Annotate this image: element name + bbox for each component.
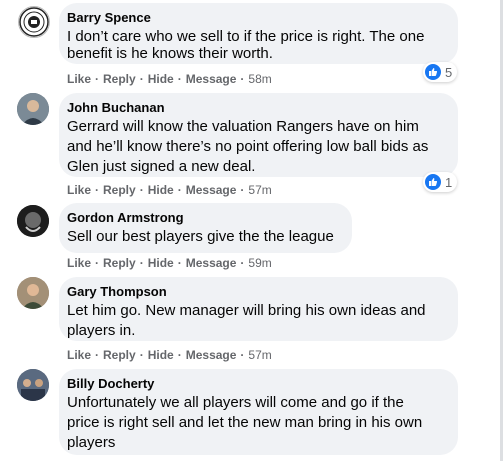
timestamp[interactable]: 57m [248, 183, 271, 197]
comment-bubble: John Buchanan Gerrard will know the valu… [59, 93, 458, 177]
comment-text: Let him go. New manager will bring his o… [67, 301, 446, 341]
separator: · [95, 72, 100, 86]
hide-link[interactable]: Hide [148, 348, 174, 362]
comment-actions: Like · Reply · Hide · Message · 58m [67, 71, 272, 87]
comment-author[interactable]: John Buchanan [67, 100, 446, 116]
reply-link[interactable]: Reply [103, 348, 136, 362]
comment-bubble: Barry Spence I don’t care who we sell to… [59, 3, 458, 64]
reaction-number: 5 [445, 64, 453, 80]
avatar[interactable] [17, 205, 49, 237]
reply-link[interactable]: Reply [103, 256, 136, 270]
separator: · [240, 183, 245, 197]
separator: · [177, 183, 182, 197]
like-link[interactable]: Like [67, 256, 91, 270]
separator: · [139, 256, 144, 270]
hide-link[interactable]: Hide [148, 72, 174, 86]
separator: · [95, 183, 100, 197]
like-link[interactable]: Like [67, 72, 91, 86]
comment-author[interactable]: Gary Thompson [67, 284, 446, 300]
like-link[interactable]: Like [67, 183, 91, 197]
comment-line: players [67, 434, 116, 451]
timestamp[interactable]: 59m [248, 256, 271, 270]
hide-link[interactable]: Hide [148, 256, 174, 270]
comment-actions: Like · Reply · Hide · Message · 59m [67, 255, 272, 271]
timestamp[interactable]: 58m [248, 72, 271, 86]
profile-photo-icon [17, 93, 49, 125]
comment-line: Unfortunately we all players will come a… [67, 394, 404, 411]
hide-link[interactable]: Hide [148, 183, 174, 197]
comment-actions: Like · Reply · Hide · Message · 57m [67, 182, 272, 198]
comment-bubble: Gary Thompson Let him go. New manager wi… [59, 277, 458, 341]
comment-text: Sell our best players give the the leagu… [67, 227, 340, 247]
message-link[interactable]: Message [186, 256, 237, 270]
comment-line: benefit is he knows their worth. [67, 45, 273, 62]
separator: · [95, 256, 100, 270]
reply-link[interactable]: Reply [103, 72, 136, 86]
comment-line: players in. [67, 322, 136, 339]
comment-author[interactable]: Billy Docherty [67, 376, 446, 392]
like-link[interactable]: Like [67, 348, 91, 362]
comment-bubble: Gordon Armstrong Sell our best players g… [59, 203, 352, 253]
separator: · [240, 72, 245, 86]
reaction-count[interactable]: 1 [423, 172, 458, 192]
reaction-number: 1 [445, 174, 453, 190]
comment-line: Glen just signed a new deal. [67, 158, 256, 175]
profile-photo-icon [17, 205, 49, 237]
message-link[interactable]: Message [186, 183, 237, 197]
comment-line: and he’ll know there’s no point offering… [67, 138, 429, 155]
comment-author[interactable]: Gordon Armstrong [67, 210, 340, 226]
timestamp[interactable]: 57m [248, 348, 271, 362]
separator: · [240, 256, 245, 270]
comment-text: I don’t care who we sell to if the price… [67, 27, 446, 64]
message-link[interactable]: Message [186, 72, 237, 86]
comment-actions: Like · Reply · Hide · Message · 57m [67, 347, 272, 363]
reaction-count[interactable]: 5 [423, 62, 458, 82]
profile-photo-icon [17, 369, 49, 401]
separator: · [95, 348, 100, 362]
avatar[interactable] [17, 369, 49, 401]
reply-link[interactable]: Reply [103, 183, 136, 197]
comment-text: Unfortunately we all players will come a… [67, 393, 446, 453]
comment-line: price is right sell and let the new man … [67, 414, 423, 431]
separator: · [177, 256, 182, 270]
profile-photo-icon [17, 277, 49, 309]
comment-line: Gerrard will know the valuation Rangers … [67, 118, 419, 135]
separator: · [177, 348, 182, 362]
separator: · [177, 72, 182, 86]
avatar[interactable] [17, 277, 49, 309]
message-link[interactable]: Message [186, 348, 237, 362]
like-reaction-icon [425, 174, 441, 190]
avatar[interactable] [17, 93, 49, 125]
separator: · [139, 183, 144, 197]
comment-line: Let him go. New manager will bring his o… [67, 302, 426, 319]
club-badge-icon [19, 7, 49, 37]
avatar[interactable] [18, 6, 50, 38]
separator: · [240, 348, 245, 362]
like-reaction-icon [425, 64, 441, 80]
comment-bubble: Billy Docherty Unfortunately we all play… [59, 369, 458, 455]
separator: · [139, 72, 144, 86]
comment-text: Gerrard will know the valuation Rangers … [67, 117, 446, 177]
separator: · [139, 348, 144, 362]
comment-line: Sell our best players give the the leagu… [67, 228, 334, 245]
comment-author[interactable]: Barry Spence [67, 10, 446, 26]
